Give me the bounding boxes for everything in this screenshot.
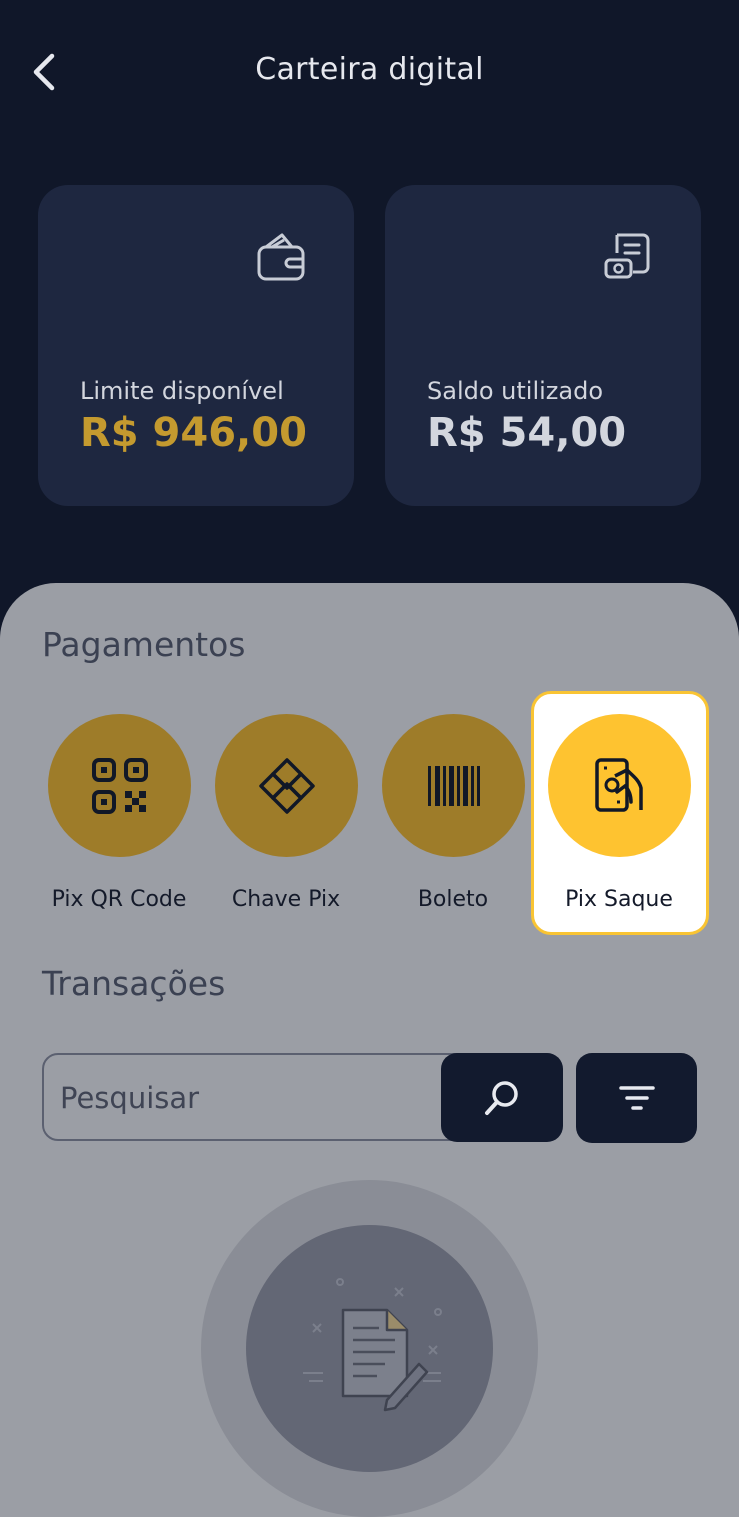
wallet-icon	[257, 233, 305, 281]
pay-item-label: Chave Pix	[231, 887, 341, 912]
pay-item-boleto[interactable]: Boleto	[378, 713, 528, 923]
pay-item-pix-qr-code[interactable]: Pix QR Code	[44, 713, 194, 923]
pay-item-circle	[382, 714, 525, 857]
filter-icon	[618, 1086, 655, 1110]
pay-item-label: Pix Saque	[565, 887, 673, 912]
card-label: Saldo utilizado	[427, 377, 604, 405]
pay-item-chave-pix[interactable]: Chave Pix	[211, 713, 361, 923]
cash-withdraw-icon	[594, 757, 643, 812]
filter-button[interactable]	[576, 1053, 697, 1143]
pix-icon	[258, 757, 315, 814]
pay-item-label: Boleto	[417, 887, 489, 912]
search-button[interactable]	[441, 1053, 563, 1142]
qr-code-icon	[91, 757, 148, 814]
bill-icon	[604, 233, 650, 279]
document-edit-icon	[303, 1278, 442, 1412]
transactions-title: Transações	[42, 964, 226, 1003]
card-value: R$ 946,00	[80, 410, 307, 456]
barcode-icon	[427, 765, 480, 806]
card-label: Limite disponível	[80, 377, 284, 405]
pay-item-label: Pix QR Code	[51, 887, 187, 912]
search-input[interactable]	[58, 1055, 442, 1141]
used-balance-card: Saldo utilizado R$ 54,00	[385, 185, 701, 506]
payments-title: Pagamentos	[42, 625, 246, 664]
header: Carteira digital Limite disponível R$ 94…	[0, 0, 739, 640]
available-limit-card: Limite disponível R$ 946,00	[38, 185, 354, 506]
card-value: R$ 54,00	[427, 410, 627, 456]
pay-item-circle	[548, 714, 691, 857]
pay-item-circle	[215, 714, 358, 857]
pay-item-circle	[48, 714, 191, 857]
page-title: Carteira digital	[255, 52, 484, 87]
search-icon	[485, 1080, 518, 1115]
pay-item-pix-saque[interactable]: Pix Saque	[544, 713, 694, 923]
